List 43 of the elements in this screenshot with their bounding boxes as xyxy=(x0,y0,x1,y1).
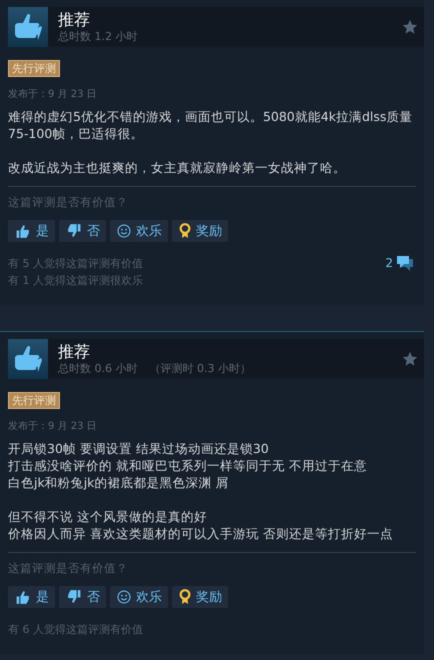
funny-button[interactable]: 欢乐 xyxy=(110,220,168,242)
vote-summary: 有 5 人觉得这篇评测有价值 xyxy=(8,256,143,272)
thumbs-up-icon xyxy=(15,589,31,605)
review-verdict: 推荐 xyxy=(58,10,91,30)
award-button[interactable]: 奖励 xyxy=(172,220,228,242)
vote-summary: 有 1 人觉得这篇评测很欢乐 xyxy=(8,273,143,289)
review-time-text: （评测时 0.3 小时） xyxy=(150,362,251,376)
award-icon xyxy=(179,223,191,239)
review-text-line: 难得的虚幻5优化不错的游戏，画面也可以。5080就能4k拉满dlss质量75-100帧，巴适得很。 xyxy=(8,108,414,142)
early-access-badge: 先行评测 xyxy=(8,392,60,409)
review-text-line: 打击感没啥评价的 就和哑巴屯系列一样等同于无 不用过于在意 xyxy=(8,457,368,474)
funny-button[interactable]: 欢乐 xyxy=(110,586,168,608)
no-button[interactable]: 否 xyxy=(59,586,106,608)
thumbs-down-icon xyxy=(66,589,82,605)
review-text-line: 开局锁30帧 要调设置 结果过场动画还是锁30 xyxy=(8,440,270,457)
smiley-icon xyxy=(117,224,131,238)
star-icon[interactable] xyxy=(402,351,418,367)
review-text-line: 价格因人而异 喜欢这类题材的可以入手游玩 否则还是等打折好一点 xyxy=(8,525,394,542)
star-icon[interactable] xyxy=(402,19,418,35)
smiley-icon xyxy=(117,590,131,604)
speech-bubble-icon xyxy=(396,255,414,271)
posted-date: 发布于：9 月 23 日 xyxy=(8,88,98,101)
review-text-line: 但不得不说 这个风景做的是真的好 xyxy=(8,508,208,525)
comment-count[interactable]: 2 xyxy=(385,255,414,271)
thumbs-up-icon xyxy=(8,339,48,379)
yes-button[interactable]: 是 xyxy=(8,220,55,242)
yes-button[interactable]: 是 xyxy=(8,586,55,608)
early-access-badge: 先行评测 xyxy=(8,60,60,77)
playtime-text: 总时数 0.6 小时 xyxy=(58,362,138,376)
helpful-prompt: 这篇评测是否有价值？ xyxy=(8,561,129,576)
thumbs-down-icon xyxy=(66,223,82,239)
thumbs-up-icon xyxy=(15,223,31,239)
award-button[interactable]: 奖励 xyxy=(172,586,228,608)
posted-date: 发布于：9 月 23 日 xyxy=(8,420,98,433)
vote-summary: 有 6 人觉得这篇评测有价值 xyxy=(8,622,143,638)
review-verdict: 推荐 xyxy=(58,342,91,362)
review-text-line: 白色jk和粉兔jk的裙底都是黑色深渊 屑 xyxy=(8,474,230,491)
helpful-prompt: 这篇评测是否有价值？ xyxy=(8,195,129,210)
no-button[interactable]: 否 xyxy=(59,220,106,242)
playtime-text: 总时数 1.2 小时 xyxy=(58,30,138,44)
award-icon xyxy=(179,589,191,605)
thumbs-up-icon xyxy=(8,7,48,47)
review-text-line: 改成近战为主也挺爽的，女主真就寂静岭第一女战神了哈。 xyxy=(8,159,347,176)
